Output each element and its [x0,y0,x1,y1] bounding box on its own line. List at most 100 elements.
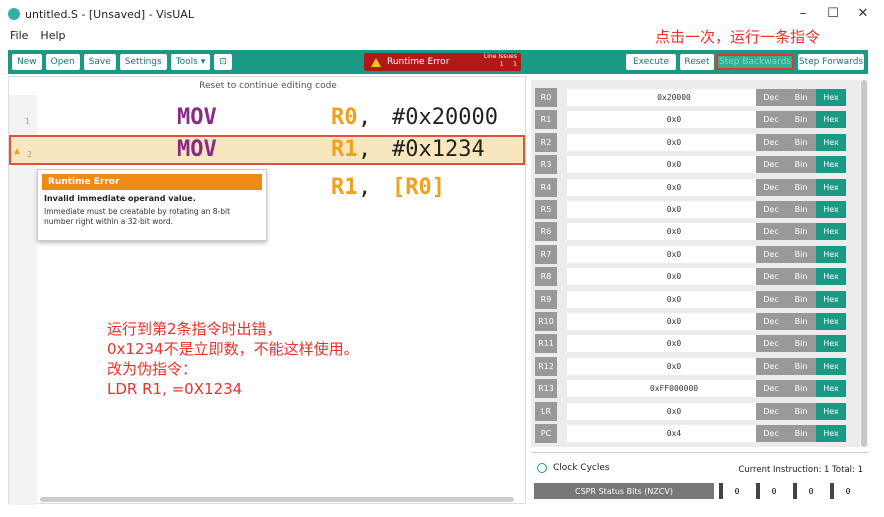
dec-button[interactable]: Dec [756,313,786,330]
bin-button[interactable]: Bin [786,425,816,442]
register-value: 0x0 [567,156,781,174]
dec-button[interactable]: Dec [756,290,786,308]
hex-button[interactable]: Hex [816,290,846,308]
register-name: R5 [535,200,557,219]
code-editor[interactable]: Reset to continue editing code 1 MOV R0 … [8,76,526,505]
hex-button[interactable]: Hex [816,111,846,129]
hex-button[interactable]: Hex [816,268,846,286]
bin-button[interactable]: Bin [786,313,816,330]
toolbar: New Open Save Settings Tools ▾ ⊡ Runtime… [8,50,868,74]
code-line-2-error[interactable]: 2 MOV R1 , #0x1234 [9,135,525,165]
register-row-r2: R2 0x0 Dec Bin Hex [535,132,857,152]
bin-button[interactable]: Bin [786,402,816,420]
title-bar: untitled.S - [Unsaved] - VisUAL – ☐ ✕ [0,0,884,28]
runtime-error-badge[interactable]: Runtime Error Line Issues 1 1 [364,53,521,71]
hex-button[interactable]: Hex [816,357,846,375]
bin-button[interactable]: Bin [786,201,816,218]
bin-button[interactable]: Bin [786,111,816,129]
register-name: R7 [535,244,557,264]
clock-cycles[interactable]: Clock Cycles [537,463,610,473]
register-value: 0x0 [567,223,781,241]
bin-button[interactable]: Bin [786,290,816,308]
hex-button[interactable]: Hex [816,402,846,420]
bin-button[interactable]: Bin [786,268,816,286]
bin-button[interactable]: Bin [786,357,816,375]
code-opcode: MOV [177,105,217,130]
menu-help[interactable]: Help [40,26,65,46]
dec-button[interactable]: Dec [756,201,786,218]
dec-button[interactable]: Dec [756,223,786,241]
dec-button[interactable]: Dec [756,89,786,106]
settings-button[interactable]: Settings [119,54,167,70]
clock-icon [537,463,547,473]
dec-button[interactable]: Dec [756,133,786,151]
hex-button[interactable]: Hex [816,380,846,398]
hex-button[interactable]: Hex [816,245,846,263]
dec-button[interactable]: Dec [756,380,786,398]
scroll-thumb[interactable] [861,80,867,447]
new-button[interactable]: New [12,54,42,70]
code-register: R0 [331,105,358,130]
bin-button[interactable]: Bin [786,223,816,241]
code-line-1[interactable]: 1 MOV R0 , #0x20000 [9,105,525,133]
hex-button[interactable]: Hex [816,178,846,196]
dec-button[interactable]: Dec [756,425,786,442]
register-name: LR [535,401,557,421]
code-separator: , [358,175,385,200]
bin-button[interactable]: Bin [786,178,816,196]
bin-button[interactable]: Bin [786,89,816,106]
dec-button[interactable]: Dec [756,111,786,129]
bin-button[interactable]: Bin [786,245,816,263]
save-button[interactable]: Save [83,54,116,70]
code-register: R1 [331,137,358,162]
tools-button[interactable]: Tools ▾ [170,54,211,70]
minimize-icon[interactable]: – [788,2,818,24]
dec-button[interactable]: Dec [756,156,786,174]
dec-button[interactable]: Dec [756,178,786,196]
flag-v: 0 [830,483,862,499]
register-name: PC [535,424,557,443]
hex-button[interactable]: Hex [816,156,846,174]
register-value: 0x4 [567,425,781,442]
dec-button[interactable]: Dec [756,357,786,375]
hex-button[interactable]: Hex [816,425,846,442]
cspr-status-label: CSPR Status Bits (NZCV) [534,483,714,499]
hex-button[interactable]: Hex [816,89,846,106]
dec-button[interactable]: Dec [756,402,786,420]
close-icon[interactable]: ✕ [848,2,878,24]
dec-button[interactable]: Dec [756,245,786,263]
bin-button[interactable]: Bin [786,335,816,353]
code-opcode: MOV [177,137,217,162]
step-backwards-button[interactable]: Step Backwards [716,54,794,70]
warning-icon [371,57,381,67]
step-forwards-button[interactable]: Step Forwards [798,54,864,70]
bin-button[interactable]: Bin [786,156,816,174]
dec-button[interactable]: Dec [756,335,786,353]
reset-button[interactable]: Reset [680,54,714,70]
vertical-scrollbar[interactable] [860,80,868,447]
bin-button[interactable]: Bin [786,133,816,151]
horizontal-scrollbar[interactable] [40,497,514,502]
error-label: Runtime Error [387,57,450,67]
register-row-r3: R3 0x0 Dec Bin Hex [535,155,857,175]
hex-button[interactable]: Hex [816,335,846,353]
open-button[interactable]: Open [45,54,80,70]
hex-button[interactable]: Hex [816,133,846,151]
hex-button[interactable]: Hex [816,313,846,330]
monitor-button[interactable]: ⊡ [214,54,232,70]
execute-button[interactable]: Execute [626,54,676,70]
hex-button[interactable]: Hex [816,223,846,241]
register-name: R13 [535,379,557,399]
annotation-note: 运行到第2条指令时出错， 0x1234不是立即数，不能这样使用。 改为伪指令： … [107,319,359,399]
register-row-r12: R12 0x0 Dec Bin Hex [535,356,857,376]
warning-icon [14,148,20,154]
hex-button[interactable]: Hex [816,201,846,218]
bin-button[interactable]: Bin [786,380,816,398]
register-value: 0x0 [567,335,781,353]
menu-file[interactable]: File [10,26,28,46]
maximize-icon[interactable]: ☐ [818,2,848,24]
dec-button[interactable]: Dec [756,268,786,286]
register-name: R3 [535,155,557,175]
code-operand: #0x20000 [392,105,498,130]
register-row-r13: R13 0xFF000000 Dec Bin Hex [535,379,857,399]
